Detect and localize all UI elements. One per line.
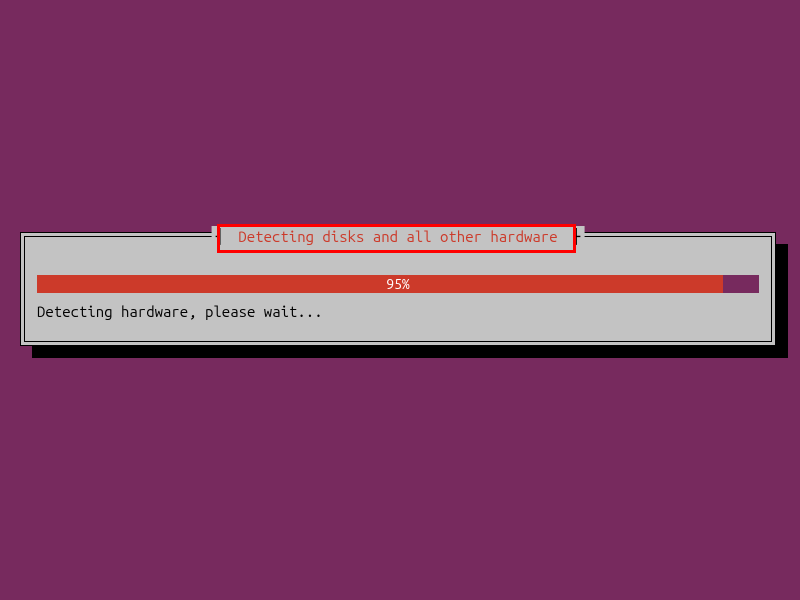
dialog-title: Detecting disks and all other hardware	[232, 228, 563, 245]
dialog-inner-border: ┤ Detecting disks and all other hardware…	[24, 236, 772, 342]
status-text: Detecting hardware, please wait...	[37, 303, 323, 320]
progress-dialog: ┤ Detecting disks and all other hardware…	[20, 232, 776, 346]
title-bracket-right: ├	[572, 228, 580, 245]
progress-percent-label: 95%	[37, 275, 759, 293]
progress-bar: 95%	[37, 275, 759, 293]
title-bracket-left: ┤	[216, 228, 224, 245]
dialog-title-wrap: ┤ Detecting disks and all other hardware…	[212, 226, 585, 245]
